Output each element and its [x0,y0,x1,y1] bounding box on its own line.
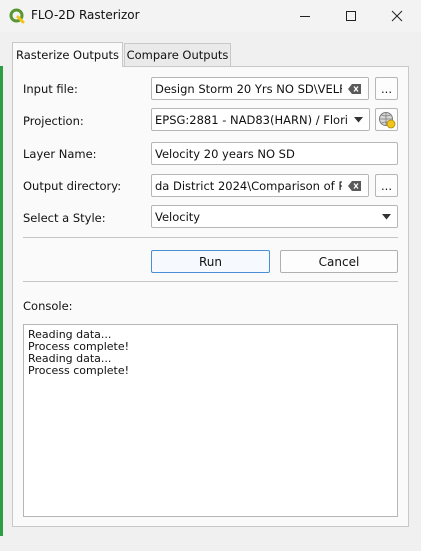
browse-output-directory-button[interactable]: ... [375,174,398,197]
style-label: Select a Style: [23,211,106,225]
separator [23,281,398,282]
separator [23,237,398,238]
output-directory-label: Output directory: [23,179,122,193]
minimize-button[interactable] [282,0,328,32]
projection-label: Projection: [23,114,84,128]
clear-icon [348,83,361,94]
projection-value: EPSG:2881 - NAD83(HARN) / Florida Eas [155,112,370,127]
tab-rasterize-outputs[interactable]: Rasterize Outputs [12,42,123,67]
dropdown-arrow-icon [353,116,363,122]
tab-compare-outputs[interactable]: Compare Outputs [124,43,231,66]
layer-name-value: Velocity 20 years NO SD [155,146,295,161]
clear-input-file-button[interactable] [342,78,368,99]
console-output[interactable]: Reading data... Process complete! Readin… [23,324,398,517]
cancel-button[interactable]: Cancel [280,250,398,273]
maximize-icon [346,11,356,21]
style-value: Velocity [155,209,201,224]
close-icon [391,10,403,22]
qgis-logo-icon [9,8,25,24]
dropdown-arrow-icon [381,213,391,219]
style-dropdown[interactable]: Velocity [151,205,398,228]
layer-name-label: Layer Name: [23,147,97,161]
input-file-label: Input file: [23,82,78,96]
tab-label: Compare Outputs [126,48,229,62]
input-file-value: Design Storm 20 Yrs NO SD\VELFP.OUT [155,81,369,96]
window-title: FLO-2D Rasterizor [31,8,140,22]
tab-label: Rasterize Outputs [16,48,119,62]
close-button[interactable] [374,0,420,32]
layer-name-input[interactable]: Velocity 20 years NO SD [151,142,398,165]
projection-select-button[interactable] [375,108,398,131]
cancel-label: Cancel [318,254,360,269]
style-dropdown-arrow[interactable] [375,206,397,227]
minimize-icon [300,16,310,17]
input-file-field[interactable]: Design Storm 20 Yrs NO SD\VELFP.OUT [151,77,369,100]
console-line: Process complete! [28,364,130,377]
browse-label: ... [381,81,392,96]
browse-label: ... [381,178,392,193]
clear-output-directory-button[interactable] [342,175,368,196]
maximize-button[interactable] [328,0,374,32]
output-directory-field[interactable]: da District 2024\Comparison of Results [151,174,369,197]
clear-icon [348,180,361,191]
projection-dropdown[interactable]: EPSG:2881 - NAD83(HARN) / Florida Eas [151,108,370,131]
browse-input-file-button[interactable]: ... [375,77,398,100]
run-button[interactable]: Run [151,250,270,273]
projection-dropdown-arrow[interactable] [347,109,369,130]
console-label: Console: [23,299,73,313]
background-window-edge [0,66,3,536]
projection-select-icon [378,111,395,128]
run-label: Run [198,254,222,269]
output-directory-value: da District 2024\Comparison of Results [155,178,369,193]
